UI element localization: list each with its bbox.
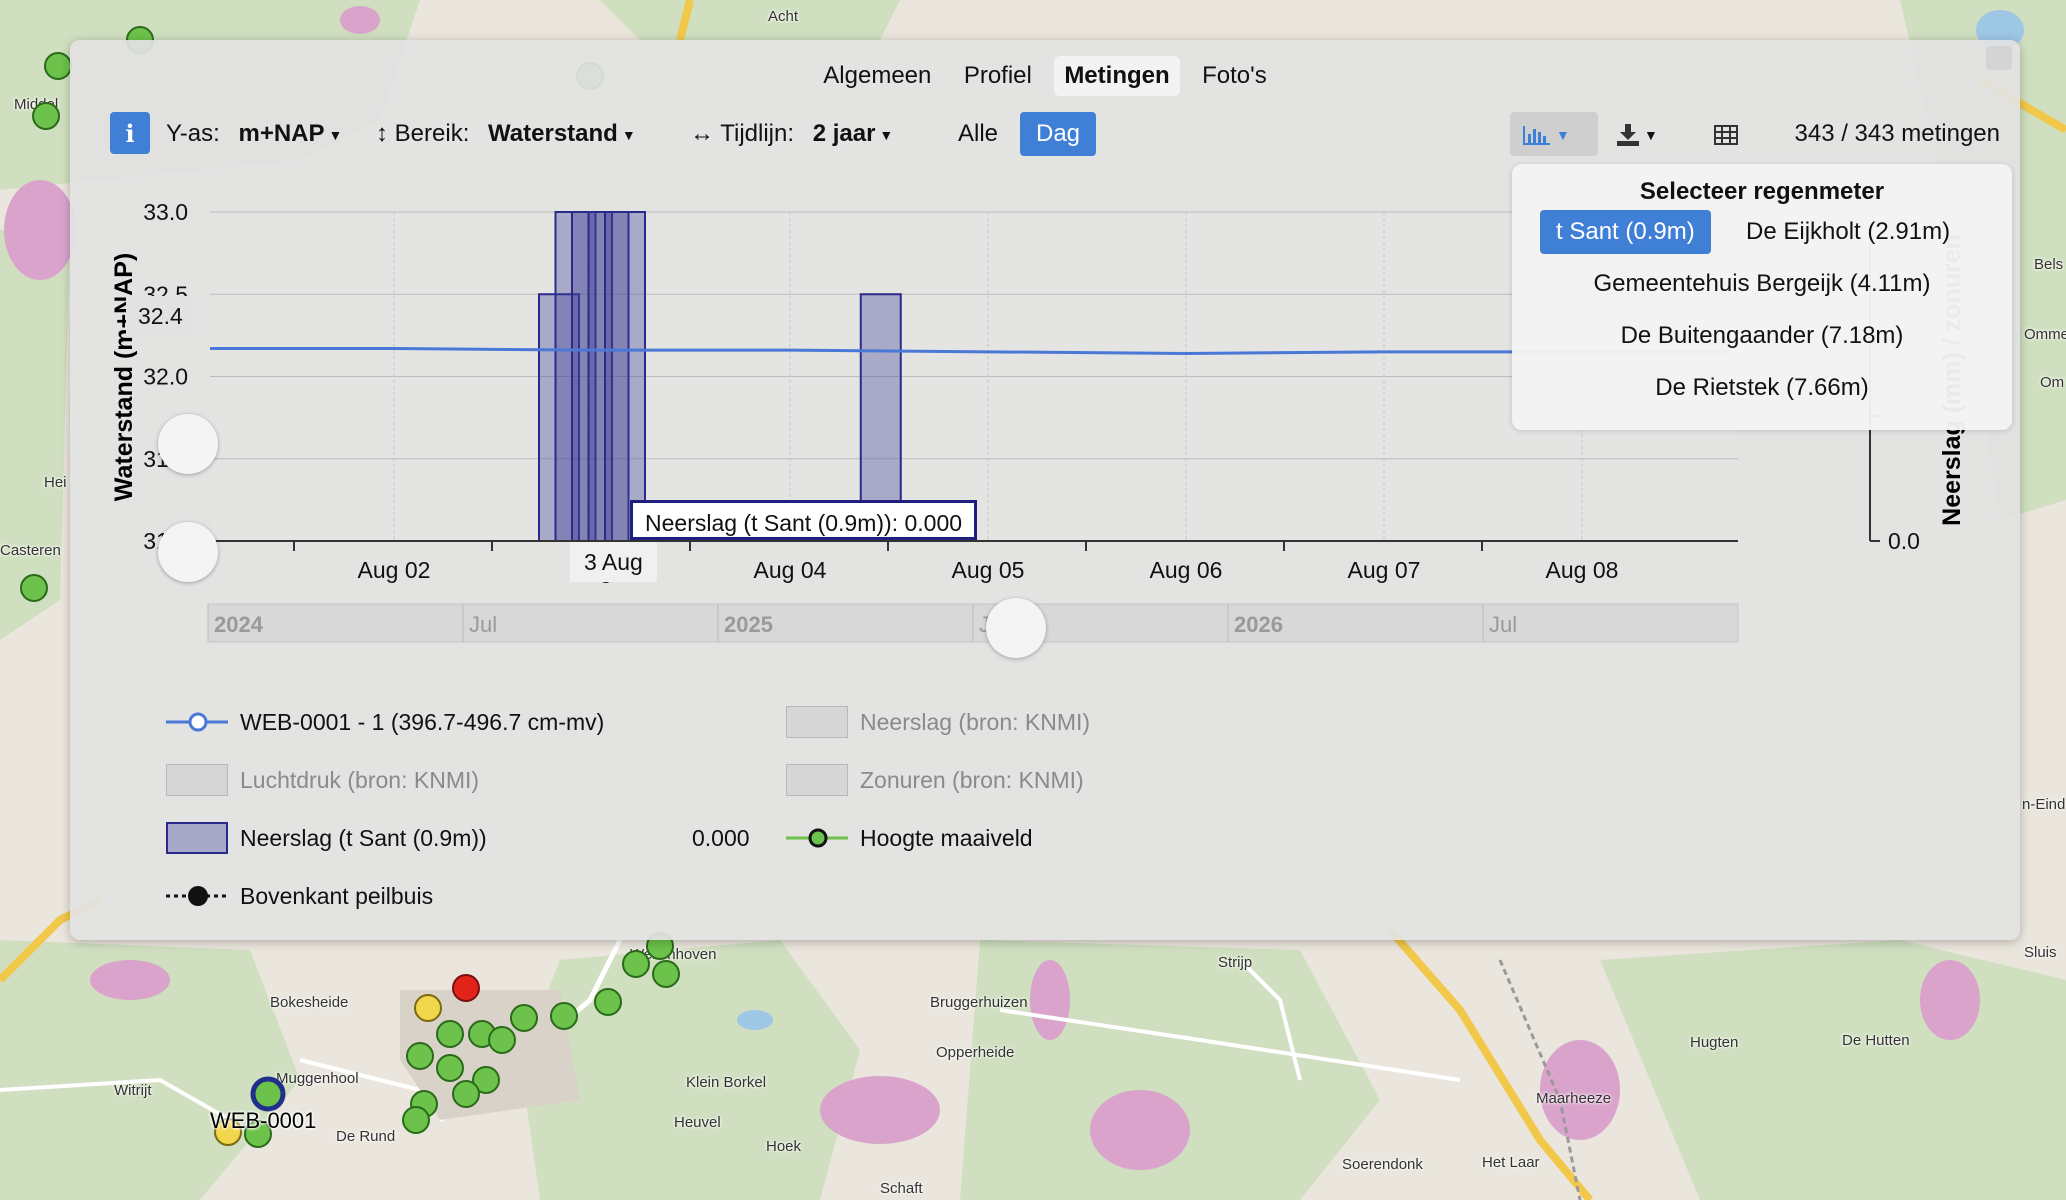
- place-label: Hugten: [1690, 1034, 1739, 1051]
- navigator-label: Jul: [469, 612, 497, 637]
- legend-label: WEB-0001 - 1 (396.7-496.7 cm-mv): [240, 709, 605, 735]
- place-label: Muggenhool: [276, 1070, 359, 1087]
- place-label: Opperheide: [936, 1044, 1015, 1061]
- selected-marker-label: WEB-0001: [210, 1108, 317, 1133]
- y2-tick-label: 0.0: [1888, 528, 1920, 554]
- place-label: Bruggerhuizen: [930, 994, 1028, 1011]
- gauge-option[interactable]: t Sant (0.9m): [1540, 210, 1711, 254]
- y-tick-label: 32.0: [143, 364, 188, 390]
- x-tick-label: Aug 02: [358, 557, 431, 583]
- place-label: Hei: [44, 474, 67, 491]
- navigator-label: 2026: [1234, 612, 1283, 637]
- measurement-panel: Algemeen Profiel Metingen Foto's i Y-as:…: [70, 40, 2020, 940]
- place-label: Acht: [768, 8, 799, 25]
- place-label: Omme: [2024, 326, 2066, 343]
- place-label: Klein Borkel: [686, 1074, 767, 1091]
- rain-gauge-popup: Selecteer regenmeter t Sant (0.9m) De Ei…: [1512, 164, 2012, 430]
- legend-label: Bovenkant peilbuis: [240, 883, 434, 909]
- place-label: Witrijt: [114, 1082, 152, 1099]
- legend-label: Zonuren (bron: KNMI): [860, 767, 1084, 793]
- place-label: Strijp: [1218, 954, 1253, 971]
- chart-tooltip: Neerslag (t Sant (0.9m)): 0.000: [630, 500, 978, 540]
- gauge-option[interactable]: De Rietstek (7.66m): [1512, 366, 2012, 410]
- rain-bar: [604, 211, 646, 542]
- place-label: Casteren: [0, 542, 61, 559]
- popup-title: Selecteer regenmeter: [1639, 178, 1885, 205]
- line-marker-icon: [786, 828, 848, 848]
- legend-swatch: [786, 706, 848, 738]
- legend-swatch: [166, 822, 228, 854]
- x-tick-label: Aug 05: [952, 557, 1025, 583]
- y-axis-title: Waterstand (m+NAP): [110, 253, 138, 501]
- x-tick-label: Aug 08: [1546, 557, 1619, 583]
- x-tick-label: Aug 07: [1348, 557, 1421, 583]
- y-tick-label: 33.0: [143, 199, 188, 225]
- crosshair-y-label: 32.4: [126, 296, 195, 336]
- x-tick-label: Aug 06: [1150, 557, 1223, 583]
- place-label: Middel: [14, 96, 59, 113]
- legend-label: Neerslag (t Sant (0.9m)): [240, 825, 487, 851]
- navigator-label: 2024: [214, 612, 264, 637]
- navigator-label: Jul: [1489, 612, 1517, 637]
- y-range-handle-top[interactable]: [158, 414, 218, 474]
- place-label: Sluis: [2024, 944, 2057, 961]
- line-marker-icon: [166, 712, 228, 732]
- place-label: Wellenhoven: [630, 946, 717, 963]
- place-label: Soerendonk: [1342, 1156, 1423, 1173]
- place-label: De Hutten: [1842, 1032, 1910, 1049]
- place-label: Om: [2040, 374, 2065, 391]
- y-range-handle-bottom[interactable]: [158, 522, 218, 582]
- place-label: De Rund: [336, 1128, 396, 1145]
- navigator-handle[interactable]: [986, 598, 1046, 658]
- legend-label: Neerslag (bron: KNMI): [860, 709, 1091, 735]
- legend-label: Luchtdruk (bron: KNMI): [240, 767, 480, 793]
- legend-swatch: [166, 764, 228, 796]
- line-marker-icon: [166, 886, 228, 906]
- gauge-option[interactable]: De Eijkholt (2.91m): [1746, 210, 1950, 254]
- gauge-option[interactable]: De Buitengaander (7.18m): [1512, 314, 2012, 358]
- legend-label: Hoogte maaiveld: [860, 825, 1033, 851]
- place-label: Schaft: [880, 1180, 923, 1197]
- place-label: Maarheeze: [1536, 1090, 1612, 1107]
- place-label: Bels: [2034, 256, 2064, 273]
- place-label: Het Laar: [1482, 1154, 1540, 1171]
- crosshair-x-label: 3 Aug: [570, 542, 657, 582]
- navigator-label: 2025: [724, 612, 773, 637]
- place-label: Hoek: [766, 1138, 802, 1155]
- gauge-option[interactable]: Gemeentehuis Bergeijk (4.11m): [1512, 262, 2012, 306]
- legend-swatch: [786, 764, 848, 796]
- place-label: Heuvel: [674, 1114, 721, 1131]
- place-label: Bokesheide: [270, 994, 349, 1011]
- x-tick-label: Aug 04: [754, 557, 827, 583]
- legend-value: 0.000: [692, 825, 750, 851]
- place-label: n-Eind: [2022, 796, 2066, 813]
